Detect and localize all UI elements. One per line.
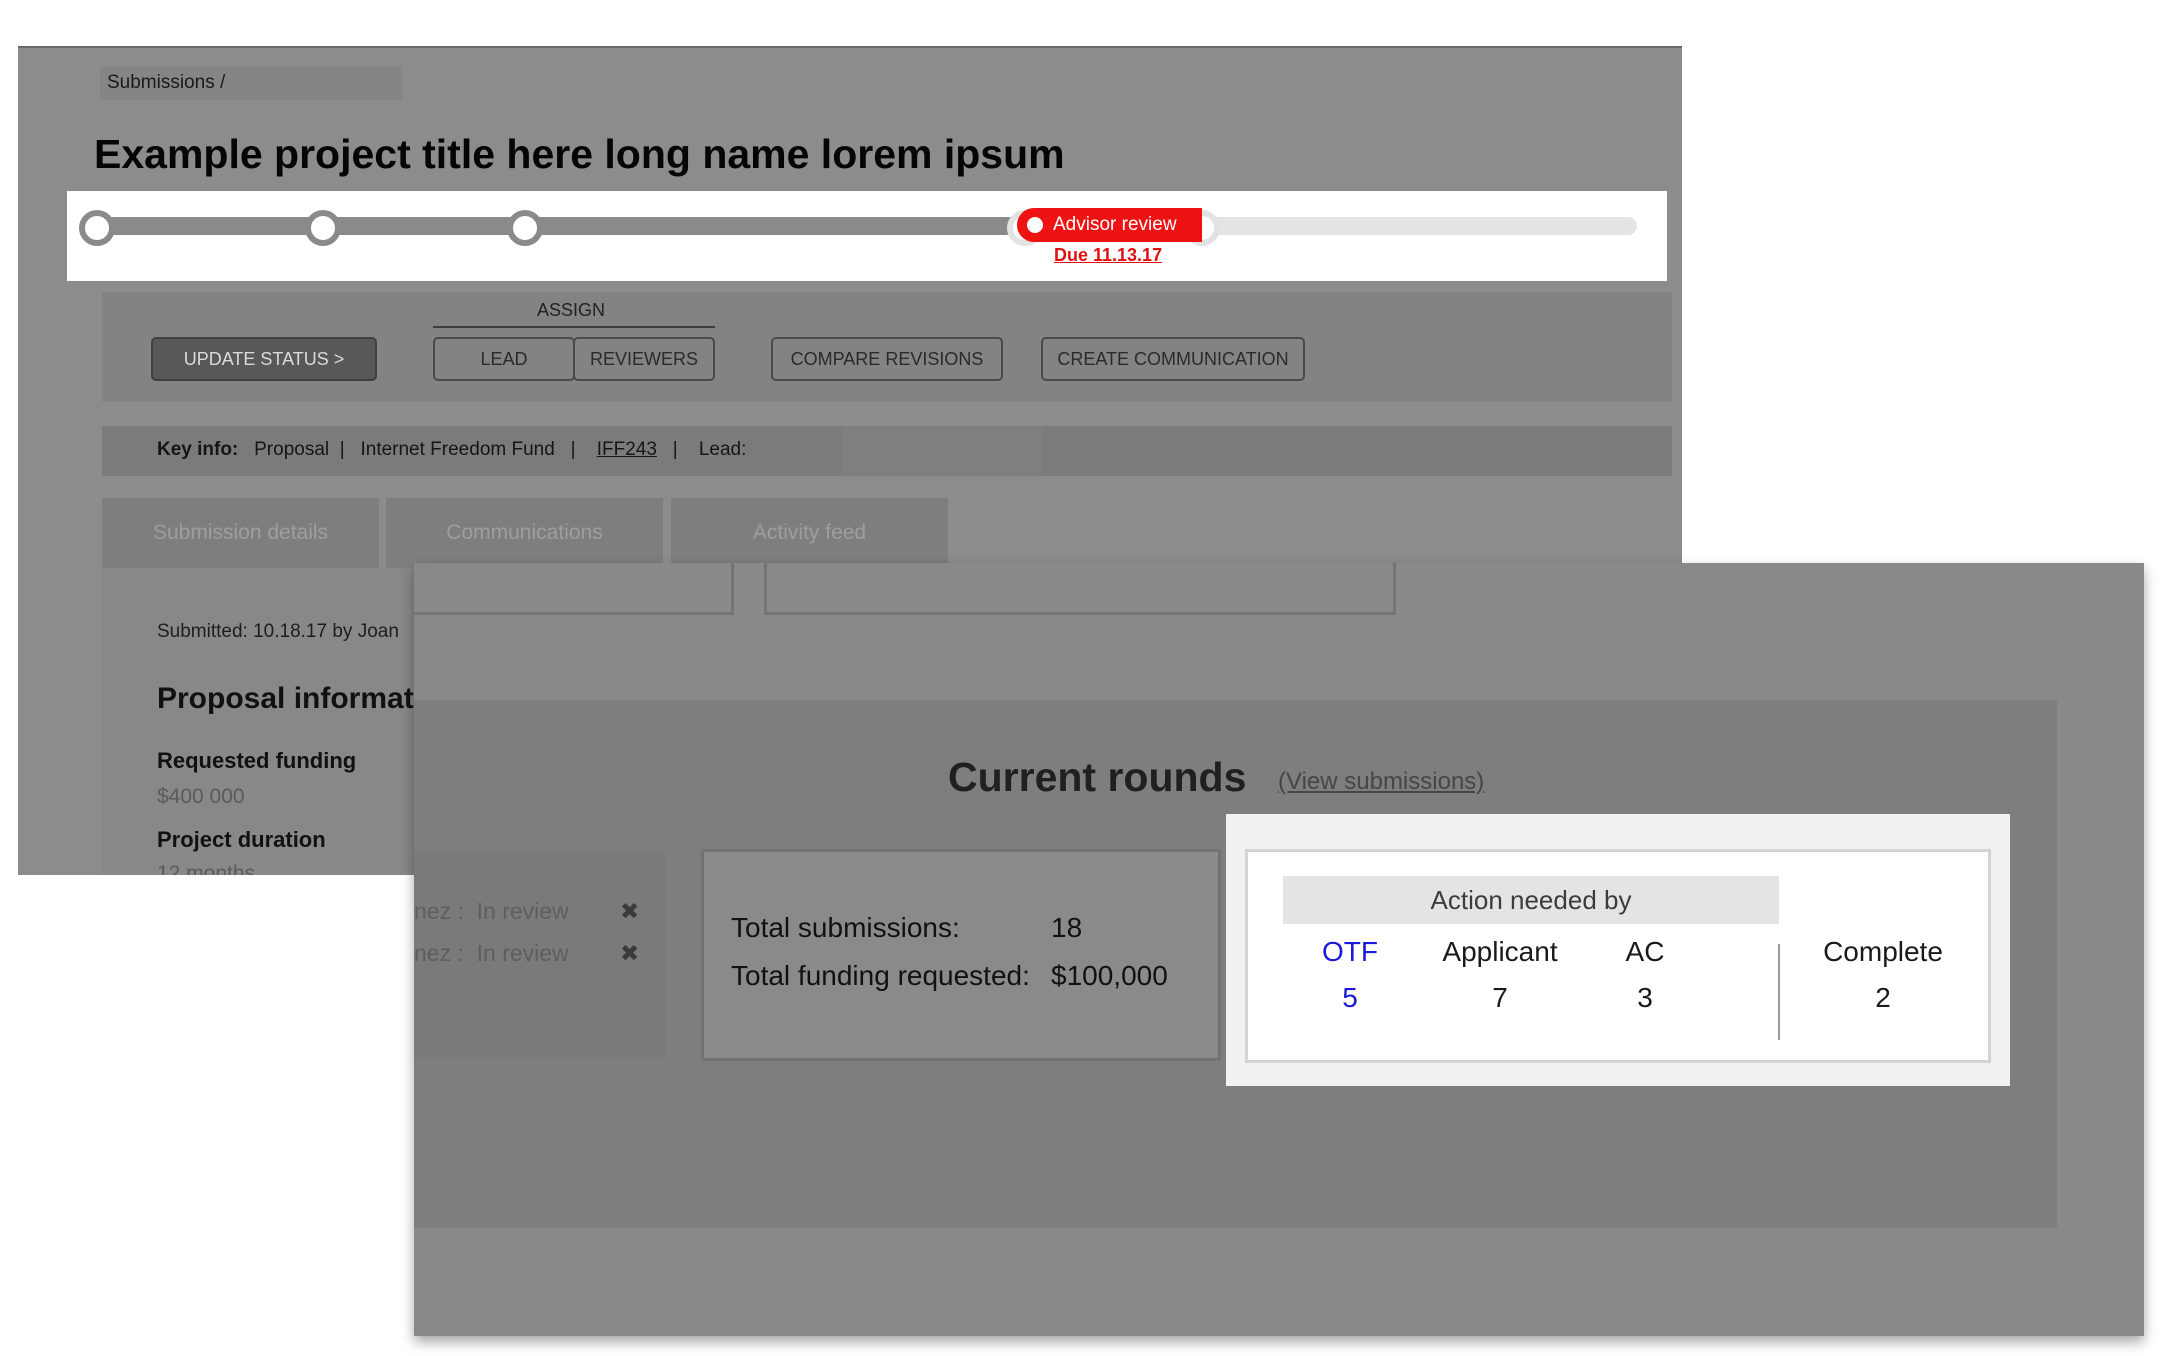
reviewer-name: nez : xyxy=(414,898,464,924)
tab-submission-details[interactable]: Submission details xyxy=(102,498,379,568)
total-funding-row: Total funding requested: $100,000 xyxy=(731,960,1168,992)
key-info-label: Key info: xyxy=(157,439,239,460)
total-submissions-row: Total submissions: 18 xyxy=(731,912,1082,944)
action-status-card: Action needed by OTF 5 Applicant 7 AC 3 … xyxy=(1245,849,1991,1063)
reviewer-row: nez : In review ✖ xyxy=(414,940,639,967)
create-communication-button[interactable]: CREATE COMMUNICATION xyxy=(1041,337,1305,381)
tab-activity-feed[interactable]: Activity feed xyxy=(671,498,948,568)
action-toolbar: UPDATE STATUS > ASSIGN LEAD REVIEWERS CO… xyxy=(102,292,1672,402)
total-funding-label: Total funding requested: xyxy=(731,960,1030,991)
total-submissions-value: 18 xyxy=(1051,912,1083,943)
dashboard-window: Current rounds (View submissions) nez : … xyxy=(414,563,2144,1336)
totals-card: Total submissions: 18 Total funding requ… xyxy=(701,849,1221,1061)
key-info-type: Proposal xyxy=(254,439,330,460)
key-info-lead-label: Lead: xyxy=(698,439,747,460)
assign-lead-button[interactable]: LEAD xyxy=(433,337,575,381)
current-rounds-title: Current rounds xyxy=(948,754,1247,800)
view-submissions-link[interactable]: (View submissions) xyxy=(1278,768,1484,796)
key-info-separator: | xyxy=(570,439,576,460)
progress-step-1[interactable] xyxy=(79,210,115,246)
status-otf-count: 5 xyxy=(1342,982,1358,1013)
current-stage-dot-icon xyxy=(1027,217,1043,233)
status-ac-count: 3 xyxy=(1637,982,1653,1013)
requested-funding-label: Requested funding xyxy=(157,748,357,773)
status-ac: AC 3 xyxy=(1610,936,1680,1014)
tab-communications[interactable]: Communications xyxy=(386,498,663,568)
update-status-button[interactable]: UPDATE STATUS > xyxy=(151,337,377,381)
submitted-info: Submitted: 10.18.17 by Joan xyxy=(157,621,399,642)
progress-completed-segment xyxy=(103,217,1063,235)
key-info-code-link[interactable]: IFF243 xyxy=(597,439,657,460)
page-title: Example project title here long name lor… xyxy=(94,131,1065,177)
ghost-card xyxy=(764,563,1396,615)
remove-reviewer-icon[interactable]: ✖ xyxy=(620,940,639,967)
reviewer-status: In review xyxy=(476,898,569,924)
requested-funding-value: $400 000 xyxy=(157,785,245,808)
status-applicant: Applicant 7 xyxy=(1430,936,1570,1014)
key-info-bar: Key info: Proposal | Internet Freedom Fu… xyxy=(102,426,1672,476)
status-highlight: Action needed by OTF 5 Applicant 7 AC 3 … xyxy=(1226,814,2010,1086)
reviewer-list-card: nez : In review ✖ nez : In review ✖ xyxy=(414,853,666,1058)
project-duration-label: Project duration xyxy=(157,827,326,852)
ghost-card xyxy=(414,563,734,615)
stage-due-date-link[interactable]: Due 11.13.17 xyxy=(1054,245,1162,266)
current-stage-badge[interactable]: Advisor review xyxy=(1017,208,1202,242)
status-progress-track: Advisor review Due 11.13.17 xyxy=(67,191,1667,281)
breadcrumb[interactable]: Submissions / xyxy=(107,72,225,94)
reviewer-name: nez : xyxy=(414,940,464,966)
current-stage-label: Advisor review xyxy=(1053,214,1177,235)
assign-group-divider xyxy=(433,326,715,328)
total-funding-value: $100,000 xyxy=(1051,960,1168,991)
status-otf[interactable]: OTF 5 xyxy=(1310,936,1390,1014)
project-duration-value: 12 months xyxy=(157,862,256,875)
status-applicant-count: 7 xyxy=(1492,982,1508,1013)
status-ac-label: AC xyxy=(1625,936,1665,967)
total-submissions-label: Total submissions: xyxy=(731,912,960,943)
proposal-info-heading: Proposal informat xyxy=(157,682,414,715)
status-otf-label: OTF xyxy=(1322,936,1378,967)
status-applicant-label: Applicant xyxy=(1442,936,1558,967)
assign-group-label: ASSIGN xyxy=(537,300,606,320)
reviewer-row: nez : In review ✖ xyxy=(414,898,639,925)
key-info-separator: | xyxy=(339,439,345,460)
compare-revisions-button[interactable]: COMPARE REVISIONS xyxy=(771,337,1003,381)
remove-reviewer-icon[interactable]: ✖ xyxy=(620,898,639,925)
status-complete-label: Complete xyxy=(1823,936,1943,967)
progress-step-3[interactable] xyxy=(507,210,543,246)
key-info-lead-area xyxy=(842,426,1042,476)
key-info-separator: | xyxy=(672,439,678,460)
key-info-fund: Internet Freedom Fund xyxy=(360,439,555,460)
reviewer-status: In review xyxy=(476,940,569,966)
status-complete: Complete 2 xyxy=(1808,936,1958,1014)
progress-step-2[interactable] xyxy=(305,210,341,246)
assign-reviewers-button[interactable]: REVIEWERS xyxy=(573,337,715,381)
status-complete-count: 2 xyxy=(1875,982,1891,1013)
action-needed-header: Action needed by xyxy=(1283,876,1779,924)
key-info-text: Key info: Proposal | Internet Freedom Fu… xyxy=(157,439,746,461)
status-divider xyxy=(1778,944,1780,1040)
